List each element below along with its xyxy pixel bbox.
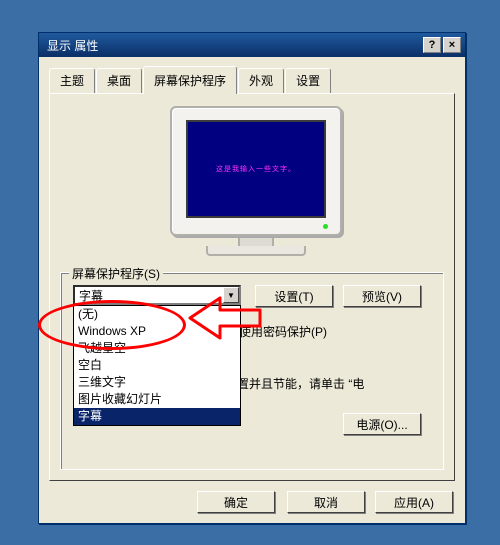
monitor-preview: 这是我输入一些文字。	[170, 106, 342, 264]
tab-appearance[interactable]: 外观	[238, 68, 284, 93]
option-marquee[interactable]: 字幕	[74, 408, 240, 425]
display-properties-window: 显示 属性 ? × 主题 桌面 屏幕保护程序 外观 设置 这是我输入一些文字。	[38, 32, 466, 524]
ok-button[interactable]: 确定	[197, 491, 275, 513]
tab-strip: 主题 桌面 屏幕保护程序 外观 设置	[49, 65, 455, 93]
option-starfield[interactable]: 飞越星空	[74, 340, 240, 357]
window-title: 显示 属性	[43, 37, 421, 54]
tab-screensaver[interactable]: 屏幕保护程序	[143, 66, 237, 94]
screensaver-combo[interactable]: 字幕 ▼	[73, 285, 241, 305]
apply-button[interactable]: 应用(A)	[375, 491, 453, 513]
dropdown-button[interactable]: ▼	[223, 287, 239, 303]
tab-desktop[interactable]: 桌面	[96, 68, 142, 93]
group-legend: 屏幕保护程序(S)	[69, 265, 163, 282]
client-area: 主题 桌面 屏幕保护程序 外观 设置 这是我输入一些文字。 屏幕保护程序(S)	[39, 57, 465, 491]
monitor-screen: 这是我输入一些文字。	[186, 120, 326, 218]
chevron-down-icon: ▼	[227, 291, 235, 300]
power-button[interactable]: 电源(O)...	[343, 413, 421, 435]
monitor-led-icon	[323, 224, 328, 229]
option-none[interactable]: (无)	[74, 306, 240, 323]
tab-settings[interactable]: 设置	[285, 68, 331, 93]
option-3dtext[interactable]: 三维文字	[74, 374, 240, 391]
option-windows-xp[interactable]: Windows XP	[74, 323, 240, 340]
option-slideshow[interactable]: 图片收藏幻灯片	[74, 391, 240, 408]
screensaver-dropdown-list[interactable]: (无) Windows XP 飞越星空 空白 三维文字 图片收藏幻灯片 字幕	[73, 305, 241, 426]
help-button[interactable]: ?	[423, 37, 441, 53]
option-blank[interactable]: 空白	[74, 357, 240, 374]
screensaver-group: 屏幕保护程序(S) 字幕 ▼ (无) Windows XP 飞越星空 空白 三维…	[60, 272, 444, 470]
preview-button[interactable]: 预览(V)	[343, 285, 421, 307]
close-button[interactable]: ×	[443, 37, 461, 53]
tab-theme[interactable]: 主题	[49, 68, 95, 93]
tab-panel: 这是我输入一些文字。 屏幕保护程序(S) 字幕 ▼ (无) Windo	[49, 93, 455, 481]
titlebar[interactable]: 显示 属性 ? ×	[39, 33, 465, 57]
monitor-stand	[238, 236, 274, 246]
combo-value: 字幕	[75, 287, 223, 304]
marquee-text: 这是我输入一些文字。	[216, 164, 296, 174]
monitor-base	[206, 246, 306, 256]
settings-button[interactable]: 设置(T)	[255, 285, 333, 307]
monitor-bezel: 这是我输入一些文字。	[170, 106, 342, 236]
cancel-button[interactable]: 取消	[287, 491, 365, 513]
